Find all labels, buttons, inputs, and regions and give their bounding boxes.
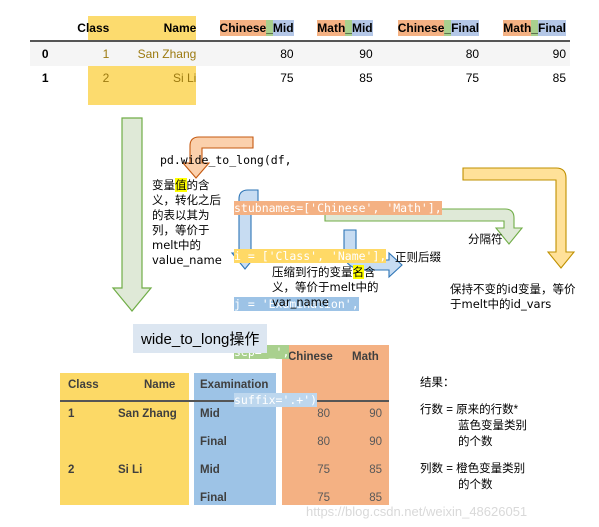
stub-token-math: Math: [317, 20, 346, 36]
operation-label: wide_to_long操作: [133, 324, 268, 353]
green-flow-arrow-down: [111, 117, 153, 312]
annotation-value-name-highlight: 值: [175, 178, 187, 192]
sep-token: _: [266, 20, 273, 36]
result-notes-rows: 行数 = 原来的行数* 蓝色变量类别 的个数: [420, 402, 595, 450]
cell-math-mid: 90: [297, 41, 377, 66]
result-notes-cols-line1: 列数 = 橙色变量类别: [420, 463, 526, 475]
result-cell-examination: Final: [200, 436, 227, 448]
code-line-1: pd.wide_to_long(df,: [160, 153, 292, 167]
code-arg-i: i = ['Class', 'Name'],: [234, 249, 387, 263]
source-col-chinese-final: Chinese_Final: [376, 16, 484, 42]
result-cell-math: 85: [369, 464, 382, 476]
source-dataframe-table: Class Name Chinese_Mid Math_Mid Chinese_…: [30, 16, 570, 90]
result-notes-cols-line2: 的个数: [458, 479, 493, 491]
result-cell-class: 1: [68, 408, 75, 420]
result-cell-examination: Mid: [200, 464, 220, 476]
cell-math-mid: 85: [359, 71, 373, 85]
table-row: 0 1 San Zhang 80 90 80 90: [30, 41, 570, 66]
source-col-math-mid: Math_Mid: [297, 16, 377, 42]
result-cell-chinese: 75: [317, 464, 330, 476]
cell-chinese-final: 75: [465, 71, 480, 85]
cell-name: Si Li: [172, 71, 197, 85]
result-cell-class: 2: [68, 464, 75, 476]
result-notes: 结果： 行数 = 原来的行数* 蓝色变量类别 的个数 列数 = 橙色变量类别 的…: [420, 375, 595, 504]
result-cell-name: Si Li: [118, 464, 143, 476]
annotation-var-name-before: 压缩到行的变量: [272, 265, 353, 279]
annotation-suffix-label: 正则后缀: [395, 250, 441, 264]
cell-name: San Zhang: [113, 41, 201, 66]
code-arg-stubnames: stubnames=['Chinese', 'Math'],: [234, 201, 442, 215]
source-dataframe: Class Name Chinese_Mid Math_Mid Chinese_…: [30, 16, 570, 90]
result-cell-math: 85: [369, 492, 382, 504]
source-col-class: Class: [52, 16, 114, 42]
result-notes-title: 结果：: [420, 377, 455, 389]
result-notes-rows-line2: 蓝色变量类别: [458, 420, 527, 432]
stub-token-chinese: Chinese: [219, 20, 267, 36]
annotation-sep-label: 分隔符: [468, 232, 503, 246]
cell-chinese-mid: 75: [280, 71, 294, 85]
annotation-var-name: 压缩到行的变量名含义，等价于melt中的var_name: [272, 265, 398, 310]
code-line-6: suffix='.+'): [160, 392, 442, 408]
cell-math-final: 85: [552, 71, 566, 85]
source-col-index: [30, 16, 53, 42]
source-table-header-row: Class Name Chinese_Mid Math_Mid Chinese_…: [30, 16, 570, 42]
cell-class: 1: [52, 41, 114, 66]
cell-chinese-final: 80: [376, 41, 484, 66]
result-cell-math: 90: [369, 436, 382, 448]
table-row: 1 2 Si Li 75 85 75 85: [30, 66, 570, 90]
sep-token: _: [531, 20, 538, 36]
annotation-value-name-before: 变量: [152, 178, 175, 192]
cell-chinese-mid: 80: [200, 41, 298, 66]
sep-token: _: [345, 20, 352, 36]
stub-token-math: Math: [503, 20, 532, 36]
result-notes-rows-line3: 的个数: [458, 436, 493, 448]
watermark: https://blog.csdn.net/weixin_48626051: [306, 504, 528, 519]
source-col-chinese-mid: Chinese_Mid: [200, 16, 298, 42]
suffix-token-final: Final: [451, 20, 480, 36]
annotation-var-name-highlight: 名: [352, 265, 364, 279]
source-col-math-final: Math_Final: [483, 16, 570, 42]
code-arg-suffix: suffix='.+'): [234, 393, 318, 407]
yellow-idvars-arrow: [462, 167, 576, 269]
cell-class: 2: [102, 71, 110, 85]
result-notes-cols: 列数 = 橙色变量类别 的个数: [420, 461, 595, 493]
source-col-name: Name: [113, 16, 201, 42]
result-cell-chinese: 80: [317, 436, 330, 448]
result-cell-examination: Final: [200, 492, 227, 504]
suffix-token-final: Final: [537, 20, 566, 36]
result-cell-chinese: 75: [317, 492, 330, 504]
suffix-token-mid: Mid: [272, 20, 294, 36]
annotation-id-vars-label: 保持不变的id变量，等价于melt中的id_vars: [450, 282, 576, 311]
suffix-token-mid: Mid: [351, 20, 373, 36]
result-col-class: Class: [68, 379, 99, 391]
annotation-value-name: 变量值的含义，转化之后的表以其为列，等价于melt中的value_name: [152, 178, 230, 268]
cell-math-final: 90: [483, 41, 570, 66]
row-index: 0: [30, 41, 53, 66]
row-index: 1: [41, 71, 49, 85]
stub-token-chinese: Chinese: [397, 20, 445, 36]
